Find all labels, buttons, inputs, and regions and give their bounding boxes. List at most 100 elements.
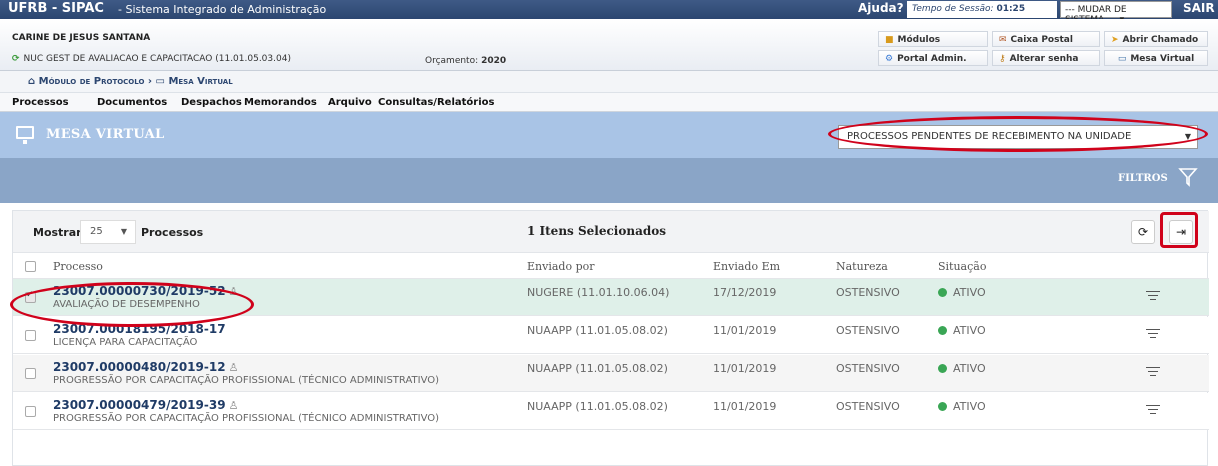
breadcrumb-separator-icon: › — [147, 76, 156, 87]
col-process[interactable]: Processo — [53, 260, 103, 273]
select-all-checkbox[interactable] — [25, 261, 36, 272]
table-header: Processo Enviado por Enviado Em Natureza… — [13, 253, 1209, 279]
monitor-icon — [16, 126, 34, 144]
nature: OSTENSIVO — [836, 362, 900, 375]
status-badge: ATIVO — [938, 362, 986, 375]
col-sent-by[interactable]: Enviado por — [527, 260, 595, 273]
top-bar: UFRB - SIPAC - Sistema Integrado de Admi… — [0, 0, 1218, 25]
process-number: 23007.00000479/2019-39 — [53, 398, 226, 412]
open-ticket-button[interactable]: ➤ Abrir Chamado — [1104, 31, 1208, 47]
virtual-desk-label: Mesa Virtual — [1130, 54, 1195, 64]
change-system-select[interactable]: --- MUDAR DE SISTEMA --- ▾ — [1060, 1, 1172, 25]
per-page-select[interactable]: 25 ▼ — [80, 220, 136, 244]
menu-arquivo[interactable]: Arquivo — [328, 97, 372, 108]
row-actions-menu-icon[interactable] — [1146, 329, 1160, 341]
table-row[interactable]: 23007.00000479/2019-39 ♙ PROGRESSÃO POR C… — [13, 393, 1209, 430]
person-icon: ♙ — [228, 399, 239, 412]
refresh-button[interactable]: ⟳ — [1131, 220, 1155, 244]
status-text: ATIVO — [953, 400, 986, 413]
table-row[interactable]: 23007.00000480/2019-12 ♙ PROGRESSÃO POR C… — [13, 355, 1209, 392]
change-password-button[interactable]: ⚷ Alterar senha — [992, 50, 1100, 66]
status-dot-icon — [938, 326, 947, 335]
filter-icon[interactable] — [1178, 167, 1198, 187]
virtual-desk-button[interactable]: ▭ Mesa Virtual — [1104, 50, 1208, 66]
sent-by: NUAAPP (11.01.05.08.02) — [527, 324, 668, 337]
process-subject: LICENÇA PARA CAPACITAÇÃO — [53, 337, 198, 348]
monitor-icon: ▭ — [1117, 54, 1127, 64]
sent-on: 17/12/2019 — [713, 286, 777, 299]
menu-processos[interactable]: Processos — [12, 97, 69, 108]
sent-by: NUGERE (11.01.10.06.04) — [527, 286, 670, 299]
status-dot-icon — [938, 288, 947, 297]
mailbox-button[interactable]: ✉ Caixa Postal — [992, 31, 1100, 47]
nature: OSTENSIVO — [836, 400, 900, 413]
user-name: CARINE DE JESUS SANTANA — [12, 33, 151, 43]
chevron-down-icon: ▼ — [120, 227, 127, 236]
row-checkbox[interactable] — [25, 406, 36, 417]
help-link[interactable]: Ajuda? — [858, 1, 904, 15]
modules-label: Módulos — [897, 35, 941, 45]
annotation-highlight-select — [828, 116, 1208, 152]
brand-title[interactable]: UFRB - SIPAC — [8, 1, 104, 16]
process-subject: PROGRESSÃO POR CAPACITAÇÃO PROFISSIONAL … — [53, 413, 440, 424]
sent-on: 11/01/2019 — [713, 400, 777, 413]
filters-toggle[interactable]: FILTROS — [1118, 173, 1168, 184]
process-number-link[interactable]: 23007.00000479/2019-39 ♙ — [53, 398, 238, 412]
row-actions-menu-icon[interactable] — [1146, 367, 1160, 379]
refresh-unit-icon[interactable]: ⟳ — [12, 54, 20, 64]
process-panel: Mostrar 25 ▼ Processos 1 Itens Seleciona… — [12, 210, 1209, 466]
budget-label: Orçamento: — [425, 56, 479, 66]
logout-link[interactable]: SAIR — [1183, 1, 1215, 15]
sent-on: 11/01/2019 — [713, 362, 777, 375]
show-label: Mostrar — [33, 226, 82, 239]
annotation-highlight-receive-button — [1160, 212, 1198, 248]
menu-documentos[interactable]: Documentos — [97, 97, 167, 108]
menu-memorandos[interactable]: Memorandos — [244, 97, 317, 108]
budget-info: Orçamento: 2020 — [425, 56, 506, 66]
selected-count: 1 Itens Selecionados — [527, 224, 666, 238]
menu-despachos[interactable]: Despachos — [181, 97, 242, 108]
nature: OSTENSIVO — [836, 324, 900, 337]
nature: OSTENSIVO — [836, 286, 900, 299]
status-text: ATIVO — [953, 324, 986, 337]
admin-portal-label: Portal Admin. — [897, 54, 967, 64]
session-label: Tempo de Sessão: — [912, 4, 994, 14]
session-time: 01:25 — [996, 4, 1026, 14]
process-subject: PROGRESSÃO POR CAPACITAÇÃO PROFISSIONAL … — [53, 375, 440, 386]
col-sent-on[interactable]: Enviado Em — [713, 260, 780, 273]
key-icon: ⚷ — [999, 54, 1006, 64]
person-icon: ♙ — [228, 361, 239, 374]
system-name: - Sistema Integrado de Administração — [118, 3, 327, 16]
breadcrumb-trail: ⌂ Módulo de Protocolo › ▭ Mesa Virtual — [28, 76, 233, 87]
col-status[interactable]: Situação — [938, 260, 986, 273]
row-actions-menu-icon[interactable] — [1146, 405, 1160, 417]
status-dot-icon — [938, 402, 947, 411]
change-password-label: Alterar senha — [1009, 54, 1079, 64]
col-nature[interactable]: Natureza — [836, 260, 888, 273]
status-badge: ATIVO — [938, 400, 986, 413]
unit-label: NUC GEST DE AVALIACAO E CAPACITACAO (11.… — [23, 54, 291, 64]
breadcrumb-module[interactable]: Módulo de Protocolo — [39, 76, 145, 87]
process-number-link[interactable]: 23007.00000480/2019-12 ♙ — [53, 360, 238, 374]
row-actions-menu-icon[interactable] — [1146, 291, 1160, 303]
mailbox-icon: ✉ — [999, 35, 1007, 45]
sent-by: NUAAPP (11.01.05.08.02) — [527, 362, 668, 375]
breadcrumb: ⌂ Módulo de Protocolo › ▭ Mesa Virtual — [0, 71, 1218, 93]
breadcrumb-page: Mesa Virtual — [168, 76, 233, 87]
open-ticket-label: Abrir Chamado — [1122, 35, 1199, 45]
row-checkbox[interactable] — [25, 330, 36, 341]
menu-consultas[interactable]: Consultas/Relatórios — [378, 97, 494, 108]
modules-button[interactable]: ■ Módulos — [878, 31, 988, 47]
sent-by: NUAAPP (11.01.05.08.02) — [527, 400, 668, 413]
filter-bar: FILTROS — [0, 158, 1218, 203]
row-checkbox[interactable] — [25, 368, 36, 379]
status-text: ATIVO — [953, 362, 986, 375]
home-icon[interactable]: ⌂ — [28, 76, 35, 87]
per-page-value: 25 — [90, 226, 103, 237]
user-unit[interactable]: ⟳ NUC GEST DE AVALIACAO E CAPACITACAO (11… — [12, 54, 291, 64]
annotation-highlight-first-process — [10, 282, 254, 327]
monitor-icon: ▭ — [155, 76, 165, 87]
admin-portal-button[interactable]: ⚙ Portal Admin. — [878, 50, 988, 66]
refresh-icon: ⟳ — [1137, 225, 1149, 239]
items-label: Processos — [141, 226, 204, 239]
